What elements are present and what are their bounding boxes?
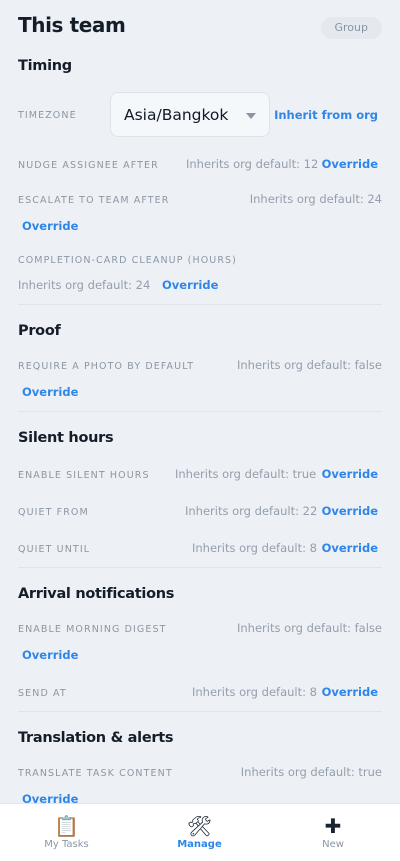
- section-title-arrival: Arrival notifications: [18, 586, 175, 602]
- escalate-override-button[interactable]: Override: [22, 219, 78, 233]
- escalate-inherit-text: Inherits org default: 24: [249, 192, 382, 206]
- quiet-from-label: QUIET FROM: [18, 507, 89, 518]
- section-divider: [18, 711, 382, 712]
- timezone-select[interactable]: Asia/Bangkok: [110, 92, 270, 137]
- translate-label: TRANSLATE TASK CONTENT: [18, 768, 173, 779]
- section-title-proof: Proof: [18, 323, 61, 339]
- silent-enable-override-button[interactable]: Override: [322, 467, 378, 481]
- timezone-value: Asia/Bangkok: [124, 106, 229, 124]
- cleanup-label: COMPLETION-CARD CLEANUP (HOURS): [18, 255, 237, 266]
- plus-icon: ✚: [324, 814, 342, 838]
- chevron-down-icon: [246, 113, 256, 119]
- nudge-label: NUDGE ASSIGNEE AFTER: [18, 160, 159, 171]
- settings-content: This team Group Timing TIMEZONE Asia/Ban…: [0, 0, 400, 803]
- quiet-from-override-button[interactable]: Override: [322, 504, 378, 518]
- section-divider: [18, 304, 382, 305]
- section-title-translation: Translation & alerts: [18, 730, 174, 746]
- nav-manage[interactable]: 🛠 Manage: [133, 804, 266, 861]
- group-badge: Group: [320, 17, 382, 39]
- nav-manage-label: Manage: [177, 839, 222, 850]
- send-at-override-button[interactable]: Override: [322, 685, 378, 699]
- tools-icon: 🛠: [186, 814, 213, 838]
- silent-enable-label: ENABLE SILENT HOURS: [18, 470, 150, 481]
- digest-label: ENABLE MORNING DIGEST: [18, 624, 167, 635]
- section-divider: [18, 411, 382, 412]
- cleanup-inherit-text: Inherits org default: 24: [18, 278, 151, 292]
- nav-my-tasks-label: My Tasks: [44, 839, 89, 850]
- send-at-inherit-text: Inherits org default: 8: [192, 685, 317, 699]
- photo-inherit-text: Inherits org default: false: [237, 358, 382, 372]
- silent-enable-inherit-text: Inherits org default: true: [175, 467, 317, 481]
- bottom-nav: 📋 My Tasks 🛠 Manage ✚ New: [0, 803, 400, 861]
- digest-override-button[interactable]: Override: [22, 648, 78, 662]
- nudge-inherit-text: Inherits org default: 12: [186, 157, 319, 171]
- inherit-from-org-button[interactable]: Inherit from org: [274, 108, 378, 122]
- translate-inherit-text: Inherits org default: true: [240, 765, 382, 779]
- section-title-silent-hours: Silent hours: [18, 430, 114, 446]
- nudge-override-button[interactable]: Override: [322, 157, 378, 171]
- nav-my-tasks[interactable]: 📋 My Tasks: [0, 804, 133, 861]
- clipboard-icon: 📋: [54, 814, 79, 838]
- quiet-until-override-button[interactable]: Override: [322, 541, 378, 555]
- section-divider: [18, 567, 382, 568]
- page-title: This team: [18, 13, 126, 37]
- escalate-label: ESCALATE TO TEAM AFTER: [18, 195, 170, 206]
- digest-inherit-text: Inherits org default: false: [237, 621, 382, 635]
- timezone-label: TIMEZONE: [18, 110, 77, 121]
- send-at-label: SEND AT: [18, 688, 67, 699]
- quiet-until-inherit-text: Inherits org default: 8: [192, 541, 317, 555]
- nav-new-label: New: [322, 839, 344, 850]
- photo-override-button[interactable]: Override: [22, 385, 78, 399]
- translate-override-button[interactable]: Override: [22, 792, 78, 803]
- quiet-until-label: QUIET UNTIL: [18, 544, 91, 555]
- quiet-from-inherit-text: Inherits org default: 22: [185, 504, 318, 518]
- photo-label: REQUIRE A PHOTO BY DEFAULT: [18, 361, 195, 372]
- section-title-timing: Timing: [18, 58, 72, 74]
- cleanup-override-button[interactable]: Override: [162, 278, 218, 292]
- nav-new[interactable]: ✚ New: [266, 804, 400, 861]
